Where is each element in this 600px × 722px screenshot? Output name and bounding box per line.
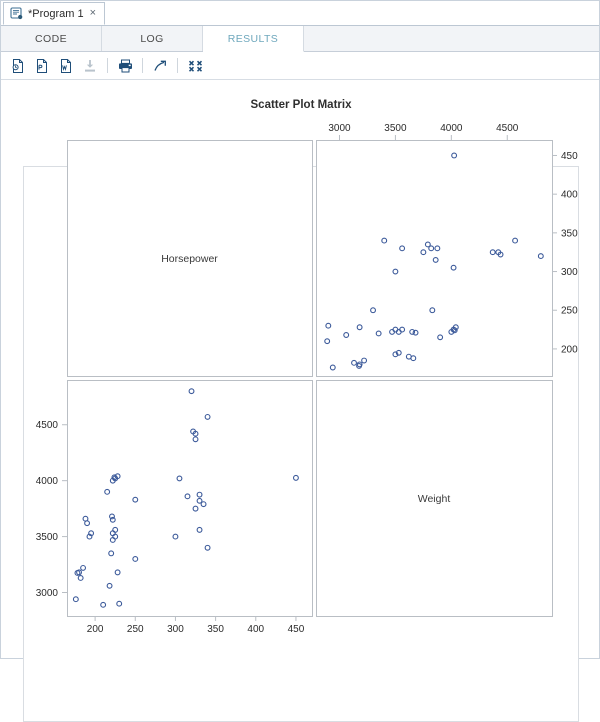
document-tab-title: *Program 1 (28, 7, 84, 20)
results-content-area (1, 80, 599, 722)
document-tab-program-1[interactable]: *Program 1 × (3, 2, 106, 25)
view-tab-bar: CODE LOG RESULTS (1, 26, 599, 52)
open-in-new-window-icon[interactable] (149, 55, 171, 77)
tab-results[interactable]: RESULTS (203, 26, 304, 52)
print-icon[interactable] (114, 55, 136, 77)
report-output-box (23, 166, 579, 722)
export-html-icon[interactable] (7, 55, 29, 77)
results-window: *Program 1 × CODE LOG RESULTS Scatter Pl… (0, 0, 600, 722)
toolbar-separator (177, 58, 178, 73)
toolbar-separator (107, 58, 108, 73)
collapse-all-icon[interactable] (184, 55, 206, 77)
export-pdf-icon[interactable] (31, 55, 53, 77)
export-word-icon[interactable] (55, 55, 77, 77)
program-icon (10, 7, 23, 20)
document-tab-bar: *Program 1 × (1, 1, 599, 26)
tab-code[interactable]: CODE (1, 26, 102, 51)
view-tab-filler (304, 26, 599, 51)
results-toolbar (1, 52, 599, 80)
tab-strip-filler (105, 2, 599, 26)
close-icon[interactable]: × (89, 8, 97, 19)
download-icon[interactable] (79, 55, 101, 77)
tab-log[interactable]: LOG (102, 26, 203, 51)
toolbar-separator (142, 58, 143, 73)
